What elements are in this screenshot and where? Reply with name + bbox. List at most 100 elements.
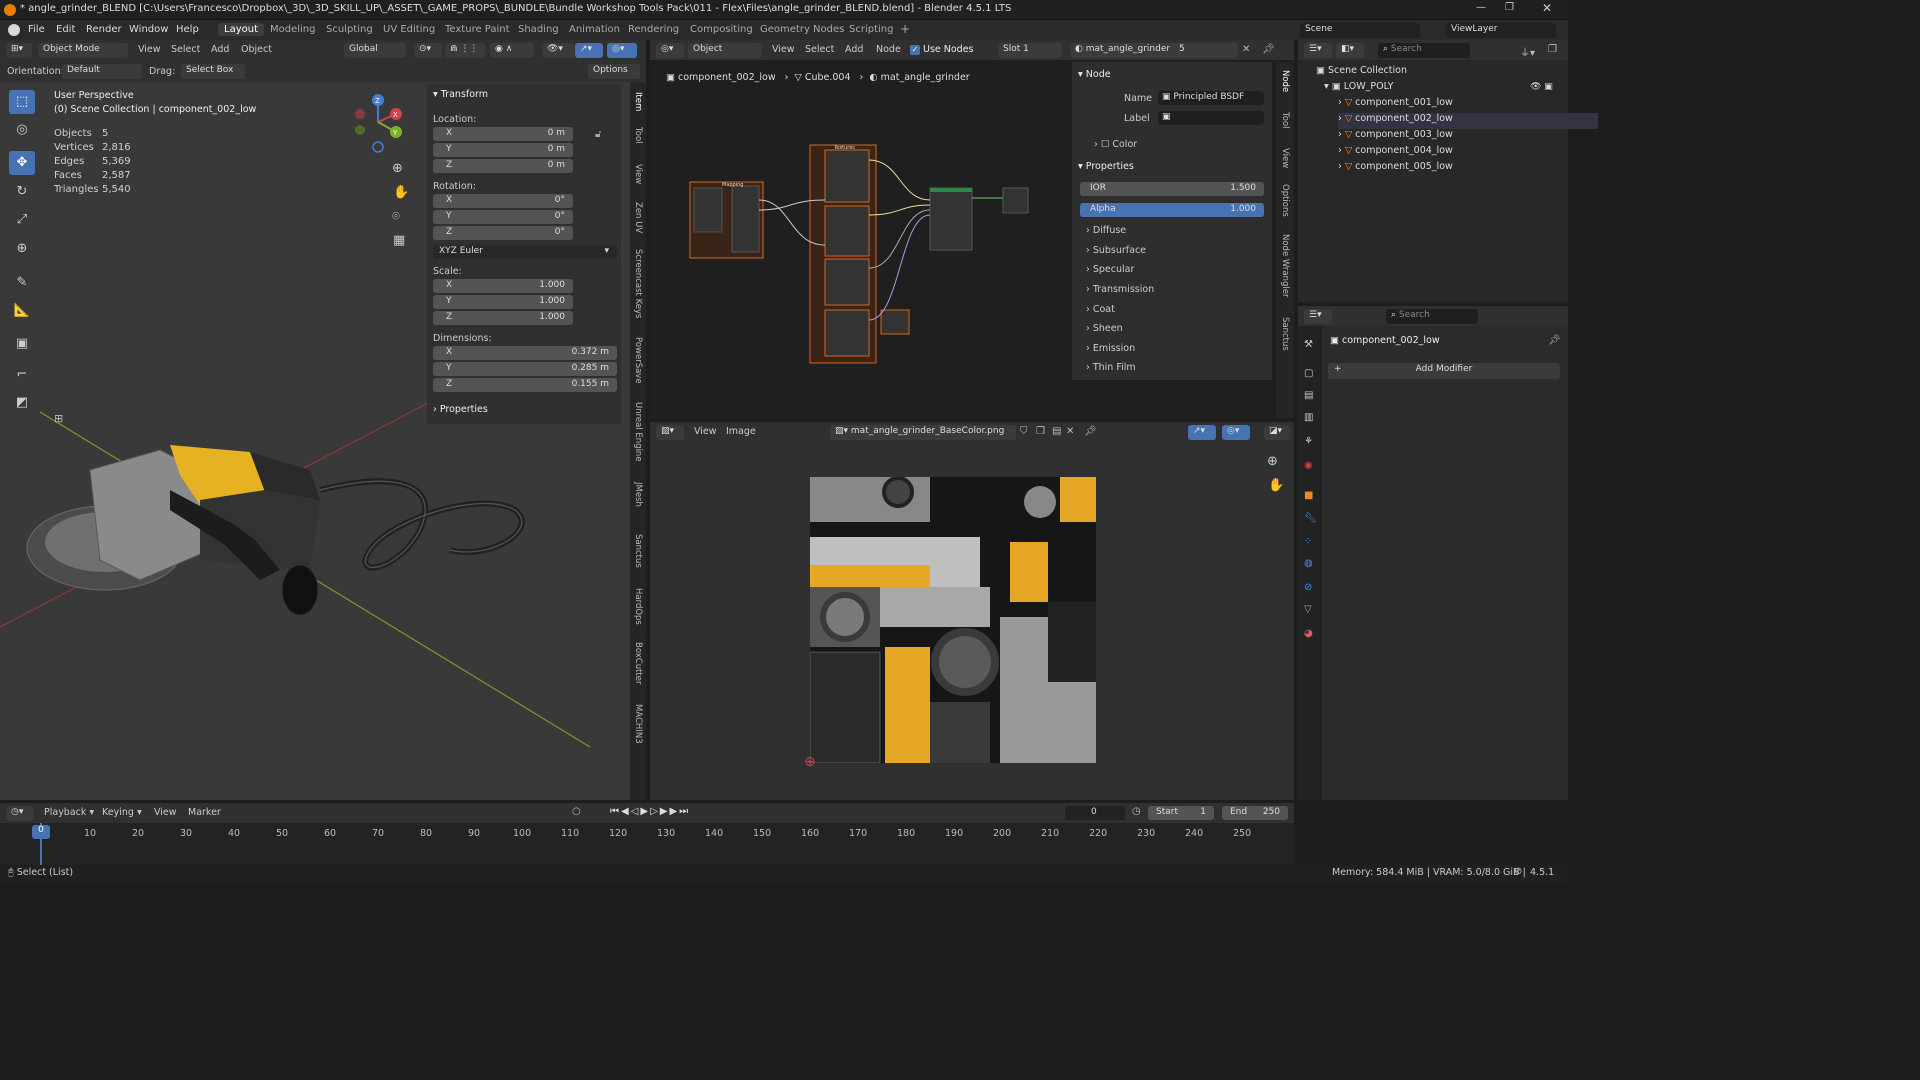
transform-tool-icon[interactable]: ⊕ bbox=[9, 237, 35, 261]
node-properties-header[interactable]: ▾ Properties bbox=[1078, 161, 1134, 172]
tab-layout[interactable]: Layout bbox=[218, 23, 264, 36]
image-new-icon[interactable]: ❐ bbox=[1036, 426, 1045, 437]
zoom-icon[interactable]: ⊕ bbox=[392, 161, 403, 176]
scene-selector[interactable]: Scene bbox=[1300, 23, 1420, 38]
close-material-icon[interactable]: ✕ bbox=[1242, 44, 1250, 55]
properties-pin-icon[interactable]: 📌︎ bbox=[1548, 335, 1561, 346]
outliner-search-input[interactable]: ⌕ Search bbox=[1378, 43, 1470, 58]
outliner-scene-collection[interactable]: ▣ Scene Collection bbox=[1316, 65, 1576, 81]
stopwatch-icon[interactable]: ◷ bbox=[1132, 806, 1141, 817]
end-frame-field[interactable]: End 250 bbox=[1222, 806, 1288, 820]
tab-powersave[interactable]: PowerSave bbox=[633, 337, 643, 384]
render-tab-icon[interactable]: ▢ bbox=[1304, 368, 1313, 379]
custom-tool-2-icon[interactable]: ◩ bbox=[9, 391, 35, 415]
playback-controls[interactable]: ⏮◀◁▶▷▶▶⏭ bbox=[610, 806, 690, 817]
maximize-icon[interactable]: ❐ bbox=[1505, 2, 1514, 13]
image-zoom-icon[interactable]: ⊕ bbox=[1267, 454, 1278, 469]
tab-rendering[interactable]: Rendering bbox=[628, 24, 679, 35]
tab-boxcutter[interactable]: BoxCutter bbox=[633, 642, 643, 685]
viewport-menu-view[interactable]: View bbox=[138, 44, 161, 55]
uv-texture-image[interactable] bbox=[810, 477, 1096, 763]
visibility-icon[interactable]: 👁▾ bbox=[542, 43, 574, 58]
tool-tab-icon[interactable]: ⚒ bbox=[1304, 339, 1313, 350]
orientation-selector[interactable]: Default bbox=[62, 64, 142, 79]
tab-view[interactable]: View bbox=[633, 164, 643, 184]
tab-scripting[interactable]: Scripting bbox=[849, 24, 893, 35]
transform-panel-header[interactable]: ▾ Transform bbox=[433, 89, 488, 100]
tab-hardops[interactable]: HardOps bbox=[633, 588, 643, 625]
navigation-gizmo[interactable]: Z X Y bbox=[348, 92, 408, 154]
image-unlink-icon[interactable]: ✕ bbox=[1066, 426, 1074, 437]
pan-hand-icon[interactable]: ✋ bbox=[393, 185, 409, 200]
section-subsurface[interactable]: › Subsurface bbox=[1086, 245, 1146, 256]
rotation-y-field[interactable]: Y 0° bbox=[433, 210, 573, 224]
add-cube-tool-icon[interactable]: ▣ bbox=[9, 332, 35, 356]
snap-icon[interactable]: ⋒ ⋮⋮ bbox=[445, 43, 485, 58]
outliner-item[interactable]: › ▽ component_001_low bbox=[1338, 97, 1598, 113]
editor-type-icon[interactable]: ⊞▾ bbox=[6, 43, 32, 58]
tab-screencast-keys[interactable]: Screencast Keys bbox=[633, 249, 643, 318]
scale-z-field[interactable]: Z 1.000 bbox=[433, 311, 573, 325]
dimension-z-field[interactable]: Z 0.155 m bbox=[433, 378, 617, 392]
object-tab-icon[interactable]: ■ bbox=[1304, 490, 1313, 501]
timeline-menu-playback[interactable]: Playback ▾ bbox=[44, 807, 94, 818]
section-specular[interactable]: › Specular bbox=[1086, 264, 1134, 275]
options-button[interactable]: Options bbox=[588, 64, 640, 79]
tab-geometry-nodes[interactable]: Geometry Nodes bbox=[760, 24, 844, 35]
alpha-field[interactable]: Alpha 1.000 bbox=[1080, 203, 1264, 217]
timeline-menu-view[interactable]: View bbox=[154, 807, 177, 818]
properties-panel-header[interactable]: › Properties bbox=[433, 404, 488, 415]
outliner-item[interactable]: › ▽ component_003_low bbox=[1338, 129, 1598, 145]
timeline-menu-marker[interactable]: Marker bbox=[188, 807, 221, 818]
tab-node-options[interactable]: Options bbox=[1280, 184, 1290, 217]
custom-tool-icon[interactable]: ⌐ bbox=[9, 363, 35, 387]
section-coat[interactable]: › Coat bbox=[1086, 304, 1115, 315]
overlay-toggle-icon[interactable]: ◎▾ bbox=[607, 43, 637, 58]
drag-selector[interactable]: Select Box bbox=[181, 64, 245, 79]
toolbar-toggle-icon[interactable]: ⊞ bbox=[54, 412, 63, 425]
outliner-item[interactable]: › ▽ component_004_low bbox=[1338, 145, 1598, 161]
location-y-field[interactable]: Y0 m bbox=[433, 143, 573, 157]
display-mode-icon[interactable]: ◧▾ bbox=[1336, 43, 1364, 58]
dimension-y-field[interactable]: Y 0.285 m bbox=[433, 362, 617, 376]
image-open-icon[interactable]: ▤ bbox=[1052, 426, 1061, 437]
material-tab-icon[interactable]: ◕ bbox=[1304, 628, 1313, 639]
section-sheen[interactable]: › Sheen bbox=[1086, 323, 1123, 334]
cursor-tool-icon[interactable]: ◎ bbox=[9, 118, 35, 142]
pivot-icon[interactable]: ⊙▾ bbox=[414, 43, 442, 58]
tab-shading[interactable]: Shading bbox=[518, 24, 559, 35]
tab-sanctus[interactable]: Sanctus bbox=[633, 534, 643, 568]
node-graph[interactable] bbox=[650, 40, 1070, 418]
scale-x-field[interactable]: X 1.000 bbox=[433, 279, 573, 293]
section-emission[interactable]: › Emission bbox=[1086, 343, 1135, 354]
add-workspace-icon[interactable]: + bbox=[900, 22, 910, 36]
outliner-item[interactable]: › ▽ component_005_low bbox=[1338, 161, 1598, 177]
properties-search-input[interactable]: ⌕ Search bbox=[1386, 309, 1478, 324]
image-pin-icon[interactable]: 📌︎ bbox=[1084, 426, 1097, 437]
image-menu-image[interactable]: Image bbox=[726, 426, 756, 437]
location-z-field[interactable]: Z0 m bbox=[433, 159, 573, 173]
tab-node-view[interactable]: View bbox=[1280, 148, 1290, 168]
tab-node-tool[interactable]: Tool bbox=[1280, 112, 1290, 129]
close-window-icon[interactable]: ✕ bbox=[1542, 1, 1552, 15]
constraints-tab-icon[interactable]: ⊘ bbox=[1304, 582, 1312, 593]
outliner[interactable]: ☰▾ ◧▾ ⌕ Search ⏚▾ ❐ ▣ Scene Collection ▾… bbox=[1298, 40, 1598, 302]
view-layer-tab-icon[interactable]: ▥ bbox=[1304, 412, 1313, 423]
visibility-eye-icon[interactable]: 👁︎ ▣ bbox=[1530, 82, 1553, 92]
image-fake-user-icon[interactable]: ⛉ bbox=[1020, 426, 1028, 437]
tab-modeling[interactable]: Modeling bbox=[270, 24, 316, 35]
tab-zen-uv[interactable]: Zen UV bbox=[633, 202, 643, 233]
viewlayer-selector[interactable]: ViewLayer bbox=[1446, 23, 1556, 38]
filter-icon[interactable]: ⏚▾ bbox=[1520, 44, 1535, 59]
section-thin-film[interactable]: › Thin Film bbox=[1086, 362, 1136, 373]
tab-tool[interactable]: Tool bbox=[633, 127, 643, 144]
proportional-icon[interactable]: ◉ ∧ bbox=[490, 43, 534, 58]
viewport-menu-add[interactable]: Add bbox=[211, 44, 229, 55]
annotate-tool-icon[interactable]: ✎ bbox=[9, 271, 35, 295]
node-label-field[interactable]: ▣ bbox=[1158, 111, 1264, 125]
image-gizmo-icon[interactable]: ↗▾ bbox=[1188, 425, 1216, 440]
section-transmission[interactable]: › Transmission bbox=[1086, 284, 1154, 295]
outliner-item-active[interactable]: › ▽ component_002_low bbox=[1338, 113, 1598, 129]
select-box-tool-icon[interactable]: ⬚ bbox=[9, 90, 35, 114]
rotation-z-field[interactable]: Z 0° bbox=[433, 226, 573, 240]
